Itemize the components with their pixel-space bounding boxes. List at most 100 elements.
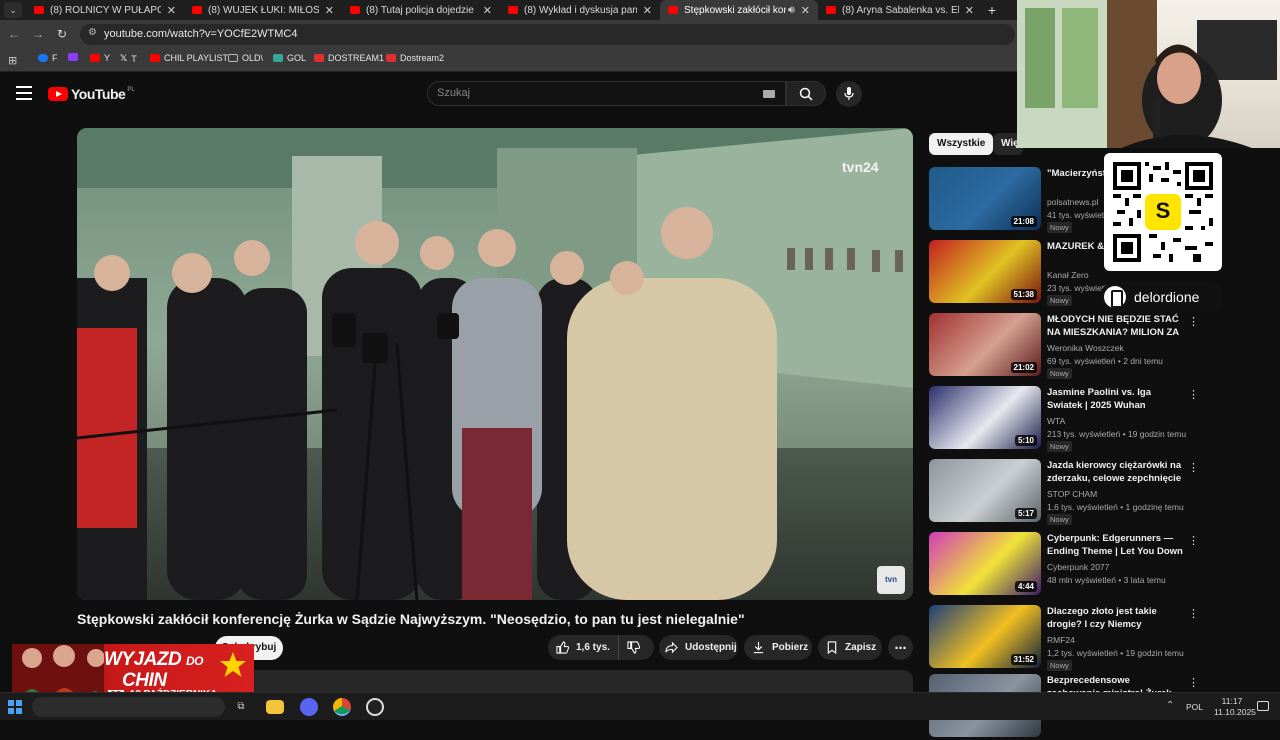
like-count: 1,6 tys. (576, 642, 610, 653)
tray-clock[interactable]: 11:17 11.10.2025 (1214, 696, 1256, 718)
close-tab-icon[interactable]: ✕ (483, 4, 492, 17)
task-view-icon[interactable]: ⧉ (232, 698, 250, 716)
bookmark-icon (827, 641, 837, 654)
recommendation-item[interactable]: 21:02 MŁODYCH NIE BĘDZIE STAĆ NA MIESZKAN… (929, 313, 1199, 379)
channel-name[interactable]: polsatnews.pl (1047, 197, 1099, 207)
notification-icon[interactable] (1257, 701, 1269, 711)
channel-name[interactable]: STOP CHAM (1047, 489, 1097, 499)
bookmark-item[interactable]: GOL (273, 53, 306, 63)
share-button[interactable]: Udostępnij (659, 635, 738, 660)
obs-icon[interactable] (366, 698, 384, 716)
recommendation-thumbnail[interactable]: 51:38 (929, 240, 1041, 303)
recommendation-item[interactable]: 5:17 Jazda kierowcy ciężarówki na zderzak… (929, 459, 1199, 525)
new-badge: Nowy (1047, 222, 1072, 233)
browser-tab[interactable]: (8) Tutaj policja dojedzie Ciebie ✕ (342, 0, 500, 20)
recommendation-item[interactable]: 4:44 Cyberpunk: Edgerunners — Ending Them… (929, 532, 1199, 598)
apps-grid-icon[interactable]: ⊞ (8, 54, 17, 67)
search-input[interactable]: Szukaj (427, 81, 786, 106)
kebab-menu-icon[interactable]: ⋮ (1188, 388, 1199, 401)
kebab-menu-icon[interactable]: ⋮ (1188, 315, 1199, 328)
address-bar[interactable]: ⚙︎ youtube.com/watch?v=YOCfE2WTMC4 (80, 24, 1015, 45)
close-tab-icon[interactable]: ✕ (643, 4, 652, 17)
close-tab-icon[interactable]: ✕ (801, 4, 810, 17)
site-info-icon[interactable]: ⚙︎ (88, 27, 97, 38)
video-player[interactable]: tvn24 tvn (77, 128, 913, 600)
browser-tab[interactable]: (8) Aryna Sabalenka vs. Elena Ry ✕ (818, 0, 982, 20)
browser-tab[interactable]: (8) WUJEK ŁUKI: MIŁOŚCI, RELA ✕ (184, 0, 342, 20)
input-language[interactable]: POL (1186, 702, 1203, 712)
recommendation-thumbnail[interactable]: 31:52 (929, 605, 1041, 668)
youtube-favicon-icon (34, 6, 44, 14)
bookmark-item[interactable] (68, 53, 82, 61)
browser-tab-active[interactable]: Stępkowski zakłócił konfi 🔊︎ ✕ (660, 0, 818, 20)
youtube-favicon-icon (192, 6, 202, 14)
recommendation-thumbnail[interactable]: 4:44 (929, 532, 1041, 595)
close-tab-icon[interactable]: ✕ (167, 4, 176, 17)
reload-icon[interactable]: ↻ (54, 26, 70, 42)
browser-tab[interactable]: (8) Wykład i dyskusja panelowa ✕ (500, 0, 660, 20)
duration-badge: 21:02 (1010, 362, 1037, 373)
discord-icon[interactable] (300, 698, 318, 716)
bookmark-item[interactable]: F (38, 53, 58, 63)
bookmark-folder[interactable]: OLD\ (228, 53, 263, 63)
dostream-icon (314, 54, 324, 62)
bookmark-item[interactable]: 𝕏T (120, 53, 137, 64)
more-actions-button[interactable]: ⋯ (888, 635, 913, 660)
view-meta: 1,6 tys. wyświetleń • 1 godzinę temu (1047, 502, 1184, 512)
new-tab-plus-icon[interactable]: + (984, 0, 1000, 20)
bookmark-label: Dostream2 (400, 53, 445, 63)
recommendation-item[interactable]: 31:52 Dlaczego złoto jest takie drogie? I… (929, 605, 1199, 671)
youtube-logo[interactable]: YouTube PL (48, 86, 135, 102)
voice-search-button[interactable] (836, 81, 862, 107)
forward-arrow-icon[interactable]: → (30, 26, 46, 42)
recommendation-thumbnail[interactable]: 5:17 (929, 459, 1041, 522)
browser-tab[interactable]: (8) ROLNICY W PUŁAPCE. NIKT ✕ (26, 0, 184, 20)
share-arrow-icon (665, 641, 678, 654)
menu-hamburger-icon[interactable] (16, 86, 32, 100)
start-button[interactable] (6, 698, 24, 716)
file-explorer-icon[interactable] (266, 700, 284, 714)
search-button[interactable] (786, 81, 826, 106)
promo-line-1: WYJAZD (104, 649, 182, 670)
recommendation-thumbnail[interactable]: 21:08 (929, 167, 1041, 230)
recommendation-item[interactable]: 5:10 Jasmine Paolini vs. Iga Swiatek | 20… (929, 386, 1199, 452)
taskbar-search-box[interactable] (32, 697, 225, 717)
facebook-icon (38, 54, 48, 62)
close-tab-icon[interactable]: ✕ (965, 4, 974, 17)
keyboard-icon[interactable] (763, 90, 775, 98)
save-button[interactable]: Zapisz (818, 635, 882, 660)
view-meta: 1,2 tys. wyświetleń • 19 godzin temu (1047, 648, 1184, 658)
bookmark-item[interactable]: Y (90, 53, 110, 63)
bookmark-label: GOL (287, 53, 307, 63)
tray-chevron-up-icon[interactable]: ⌃ (1166, 700, 1174, 711)
recommendation-thumbnail[interactable]: 5:10 (929, 386, 1041, 449)
bookmark-item[interactable]: DOSTREAM1 (314, 53, 384, 63)
back-arrow-icon[interactable]: ← (6, 26, 22, 42)
speaker-icon[interactable]: 🔊︎ (788, 4, 795, 17)
dislike-button[interactable] (618, 635, 654, 660)
chrome-icon[interactable] (333, 698, 351, 716)
like-button[interactable]: 1,6 tys. (548, 635, 616, 660)
new-badge: Nowy (1047, 441, 1072, 452)
channel-name[interactable]: RMF24 (1047, 635, 1075, 645)
thumbs-down-icon (626, 641, 640, 654)
bookmark-item[interactable]: CHIL PLAYLIST (150, 53, 228, 63)
promo-line-2: DO (186, 654, 204, 668)
video-frame[interactable]: tvn24 (77, 128, 913, 600)
kebab-menu-icon[interactable]: ⋮ (1188, 607, 1199, 620)
close-tab-icon[interactable]: ✕ (325, 4, 334, 17)
china-star-icon (220, 652, 246, 677)
tab-search-chevron-icon[interactable]: ⌄ (4, 2, 22, 18)
download-button[interactable]: Pobierz (744, 635, 812, 660)
channel-name[interactable]: WTA (1047, 416, 1065, 426)
channel-name[interactable]: Kanał Zero (1047, 270, 1089, 280)
bookmark-label: DOSTREAM1 (328, 53, 385, 63)
chip-all[interactable]: Wszystkie (929, 133, 994, 155)
kebab-menu-icon[interactable]: ⋮ (1188, 676, 1199, 689)
bookmark-item[interactable]: Dostream2 (386, 53, 444, 63)
channel-name[interactable]: Weronika Woszczek (1047, 343, 1124, 353)
recommendation-thumbnail[interactable]: 21:02 (929, 313, 1041, 376)
channel-name[interactable]: Cyberpunk 2077 (1047, 562, 1109, 572)
kebab-menu-icon[interactable]: ⋮ (1188, 534, 1199, 547)
kebab-menu-icon[interactable]: ⋮ (1188, 461, 1199, 474)
